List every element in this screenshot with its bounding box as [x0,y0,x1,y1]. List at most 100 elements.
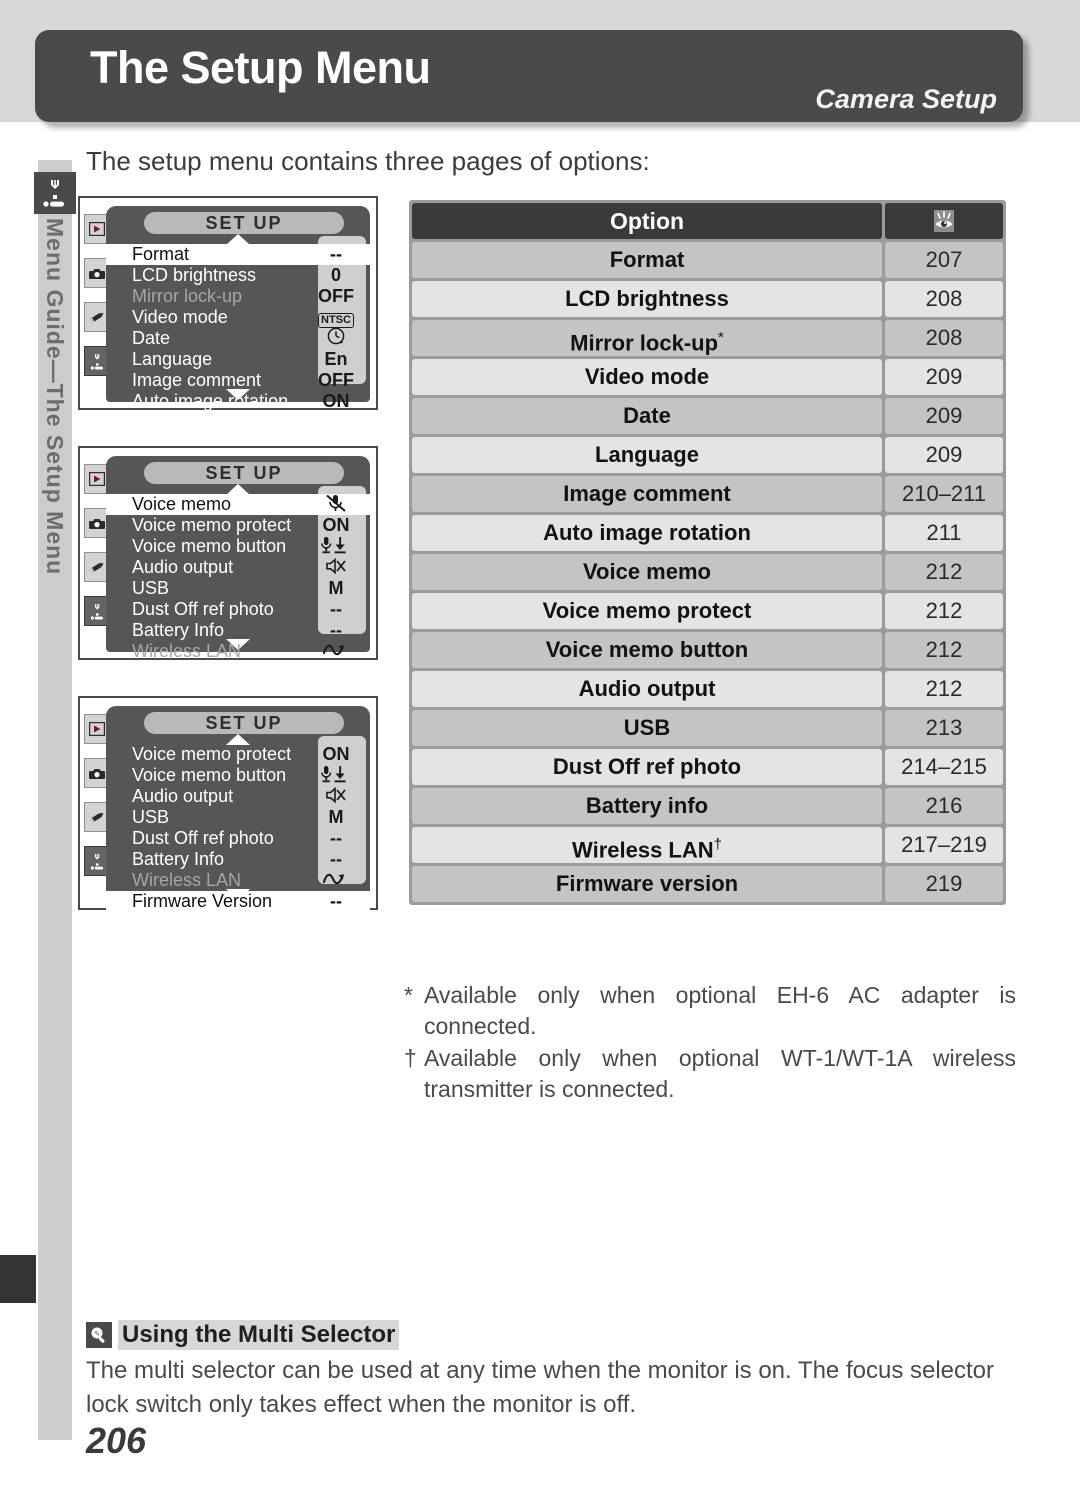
lcd-menu-item-label: Format [132,244,190,264]
table-cell-option: Voice memo [412,554,882,590]
lcd-menu-item-label: Voice memo button [132,536,287,556]
lcd-menu-list: Voice memo protect ON Voice memo button Aud… [106,744,370,912]
table-cell-option: Wireless LAN† [412,827,882,863]
table-cell-page: 208 [885,320,1003,356]
tip-header: ✎ Using the Multi Selector [86,1320,1021,1350]
table-row: LCD brightness 208 [412,281,1003,317]
table-row: Dust Off ref photo 214–215 [412,749,1003,785]
lcd-menu-item[interactable]: USB M [106,807,370,828]
lcd-menu-item[interactable]: Voice memo protect ON [106,515,370,536]
table-cell-option: Firmware version [412,866,882,902]
table-row: Voice memo protect 212 [412,593,1003,629]
chapter-label: Camera Setup [815,84,997,114]
table-cell-option: Image comment [412,476,882,512]
lcd-menu-item[interactable]: Language En [106,349,370,370]
lcd-menu-item-value: M [328,578,344,598]
table-cell-page: 216 [885,788,1003,824]
lcd-menu-item-label: Battery Info [132,849,225,869]
lcd-menu-list: Format -- LCD brightness 0 Mirror lock-up OFF… [106,244,370,412]
lcd-menu-item-value: ON [322,744,350,764]
table-row: Image comment 210–211 [412,476,1003,512]
speaker-off-icon [311,785,361,808]
lcd-menu-item-value: ON [322,515,350,535]
lcd-menu-item-label: LCD brightness [132,265,257,285]
lcd-menu-item[interactable]: Audio output [106,786,370,807]
options-table: Option Format 207 LCD brightness 208 Mirror … [409,200,1006,905]
table-row: Battery info 216 [412,788,1003,824]
tip-magnifier-icon: ✎ [86,1322,112,1348]
lcd-menu-item-label: Firmware Version [132,891,273,911]
tip-box: ✎ Using the Multi Selector The multi sel… [86,1320,1021,1422]
lcd-menu-item[interactable]: Auto image rotation ON [106,391,370,412]
table-row: Video mode 209 [412,359,1003,395]
tip-body: The multi selector can be used at any ti… [86,1357,995,1418]
lcd-menu-item[interactable]: Image comment OFF [106,370,370,391]
lcd-menu-item[interactable]: Audio output [106,557,370,578]
table-cell-option: Voice memo button [412,632,882,668]
lcd-menu-item-label: Audio output [132,786,234,806]
lcd-menu-item-value: -- [330,620,342,640]
table-cell-option: Voice memo protect [412,593,882,629]
lcd-menu-item-value: -- [330,244,342,264]
lcd-menu-item[interactable]: Wireless LAN [106,870,370,891]
column-header-option: Option [412,203,882,239]
lcd-menu-item[interactable]: Voice memo [106,494,370,515]
lcd-screen-page-3: SET UP Voice memo protect ON Voice memo but… [78,696,378,912]
table-row: Audio output 212 [412,671,1003,707]
lcd-menu-item[interactable]: USB M [106,578,370,599]
lcd-menu-item[interactable]: Voice memo button [106,765,370,786]
table-cell-page: 217–219 [885,827,1003,863]
lcd-menu-item-label: USB [132,578,170,598]
lcd-menu-item[interactable]: Voice memo protect ON [106,744,370,765]
lcd-menu-item[interactable]: Battery Info -- [106,849,370,870]
page-title: The Setup Menu [90,42,431,93]
table-cell-option: Auto image rotation [412,515,882,551]
side-rail-label: Menu Guide—The Setup Menu [42,218,68,576]
lcd-menu-item[interactable]: Dust Off ref photo -- [106,828,370,849]
table-cell-option: Mirror lock-up* [412,320,882,356]
lcd-menu-item-value: M [328,807,344,827]
lcd-menu-item-label: Wireless LAN [132,870,242,890]
lcd-body: SET UP Format -- LCD brightness 0 Mirror lock… [106,206,370,411]
table-cell-page: 214–215 [885,749,1003,785]
footnote: * Available only when optional EH-6 AC ad… [404,980,1016,1042]
see-page-eye-icon [885,203,1003,239]
lcd-menu-item[interactable]: Format -- [106,244,370,265]
lcd-menu-item[interactable]: Video mode NTSC [106,307,370,328]
footnote-marker: * [718,329,724,346]
table-cell-option: Format [412,242,882,278]
lcd-menu-item[interactable]: Mirror lock-up OFF [106,286,370,307]
lcd-menu-item-label: Language [132,349,213,369]
table-row: Auto image rotation 211 [412,515,1003,551]
lcd-menu-item-label: Battery Info [132,620,225,640]
table-cell-page: 212 [885,593,1003,629]
speaker-off-icon [311,556,361,579]
lcd-menu-item-label: Voice memo [132,494,232,514]
lcd-body: SET UP Voice memo Voice memo protect ON Voic… [106,456,370,661]
lcd-menu-item-label: Voice memo protect [132,515,292,535]
lcd-menu-item[interactable]: Dust Off ref photo -- [106,599,370,620]
lcd-screen-page-2: SET UP Voice memo Voice memo protect ON Voic… [78,446,378,661]
lcd-menu-item-value: -- [330,849,342,869]
table-row: Firmware version 219 [412,866,1003,902]
lcd-menu-item-label: Image comment [132,370,262,390]
lcd-menu-item[interactable]: Wireless LAN [106,641,370,662]
footnote-marker: † [404,1045,417,1071]
lcd-menu-item[interactable]: Voice memo button [106,536,370,557]
footnotes: * Available only when optional EH-6 AC ad… [404,980,1016,1106]
lcd-menu-item[interactable]: LCD brightness 0 [106,265,370,286]
title-plate: The Setup Menu Camera Setup [35,30,1023,122]
section-thumb-tab [0,1255,36,1303]
table-cell-page: 212 [885,632,1003,668]
mic-down-icon [311,764,361,787]
lcd-menu-item[interactable]: Date [106,327,370,349]
wireless-icon [311,642,361,661]
lcd-menu-item[interactable]: Battery Info -- [106,620,370,641]
lcd-menu-item-label: Date [132,328,171,348]
table-cell-option: Language [412,437,882,473]
lcd-menu-item-value: NTSC [311,307,361,328]
lcd-menu-item-label: Dust Off ref photo [132,828,274,848]
lcd-menu-item-value: -- [330,599,342,619]
lcd-menu-item[interactable]: Firmware Version -- [106,891,370,912]
footnote-text: Available only when optional EH-6 AC ada… [424,982,1016,1039]
